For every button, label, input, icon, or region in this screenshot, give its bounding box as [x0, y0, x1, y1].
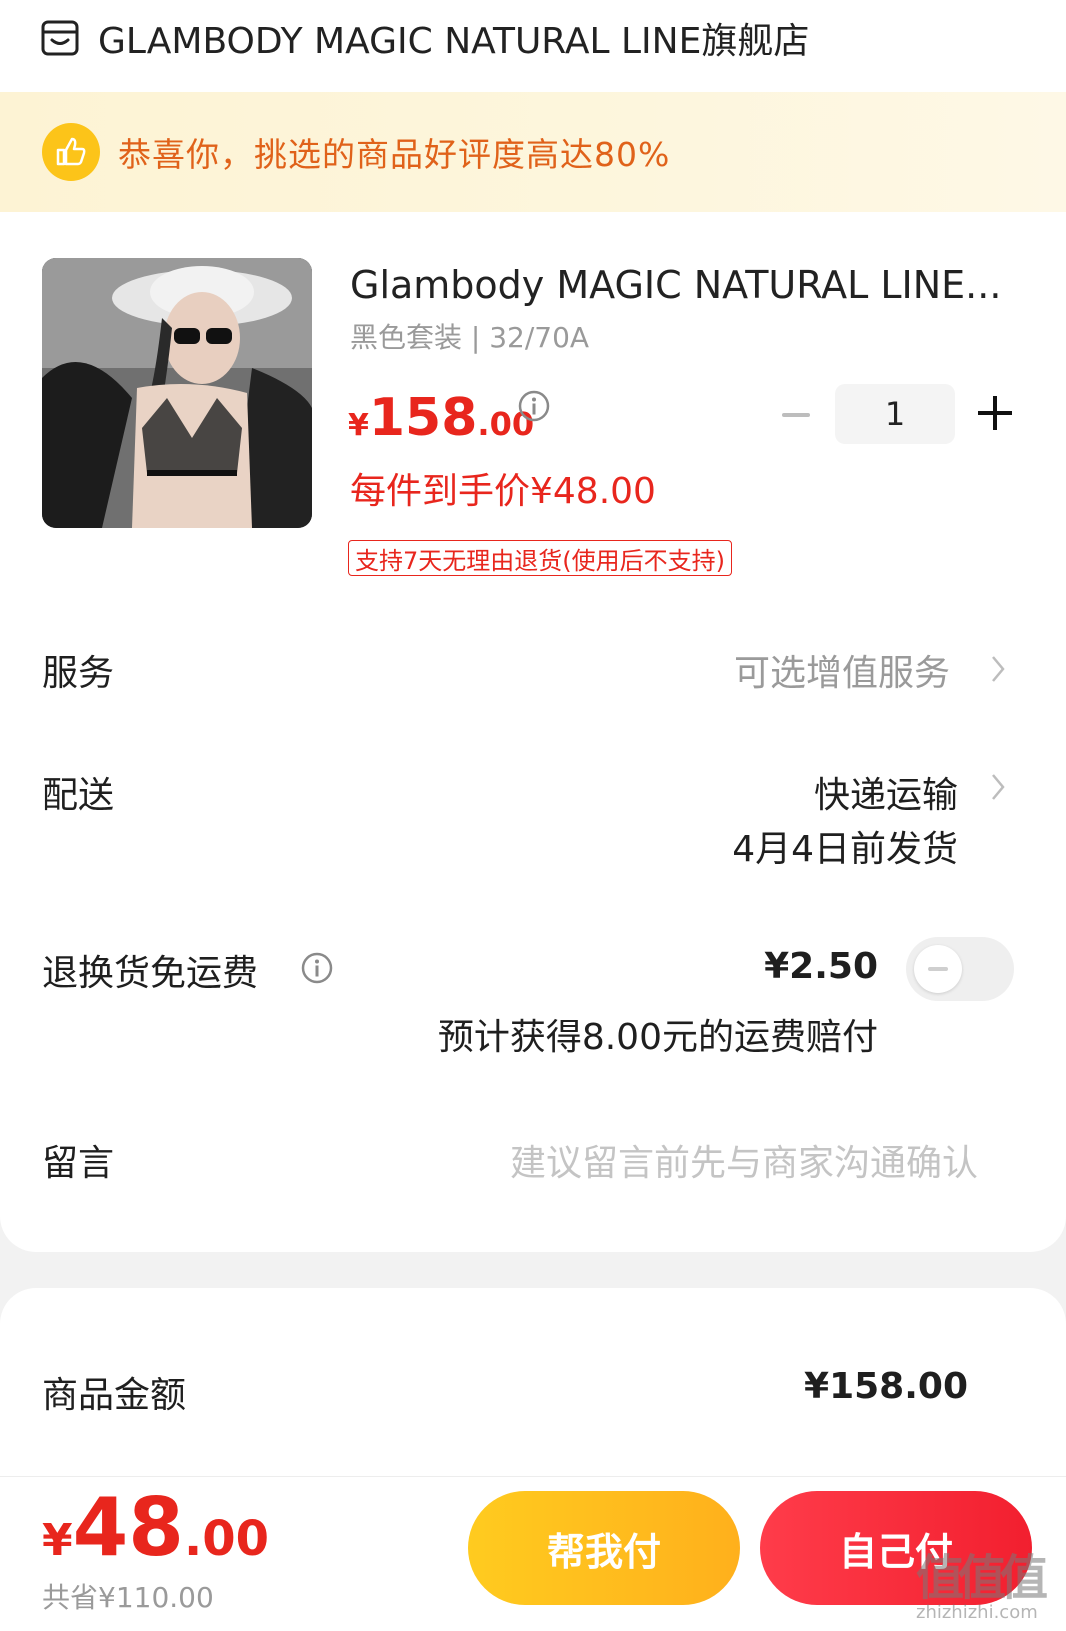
service-value[interactable]: 可选增值服务 — [734, 644, 950, 696]
service-label: 服务 — [42, 653, 115, 694]
watermark-site: zhizhizhi.com — [916, 1602, 1038, 1623]
price-currency: ¥ — [348, 408, 369, 443]
return-shipping-note: 预计获得8.00元的运费赔付 — [437, 1017, 878, 1058]
return-shipping-info-icon[interactable] — [300, 951, 334, 985]
product-spec[interactable]: 黑色套装 | 32/70A — [350, 316, 589, 356]
order-card: GLAMBODY MAGIC NATURAL LINE旗舰店 恭喜你，挑选的商品… — [0, 0, 1066, 1252]
product-price: ¥ 158 .00 — [348, 388, 534, 448]
help-pay-button[interactable]: 帮我付 — [468, 1491, 740, 1605]
quantity-decrease-button[interactable] — [782, 413, 810, 417]
chevron-right-icon[interactable] — [990, 772, 1006, 802]
shop-header[interactable]: GLAMBODY MAGIC NATURAL LINE旗舰店 — [40, 8, 809, 68]
product-title[interactable]: Glambody MAGIC NATURAL LINE... — [350, 263, 1001, 307]
return-shipping-label: 退换货免运费 — [42, 953, 259, 994]
message-label: 留言 — [42, 1143, 115, 1184]
delivery-label: 配送 — [42, 775, 115, 816]
hand-price: 每件到手价¥48.00 — [350, 471, 656, 512]
price-integer: 158 — [368, 388, 478, 448]
delivery-ship-date: 4月4日前发货 — [732, 829, 958, 870]
price-info-icon[interactable] — [517, 389, 551, 423]
watermark: 值值值 zhizhizhi.com — [916, 1538, 1048, 1623]
total-currency: ¥ — [42, 1515, 73, 1566]
total-integer: 48 — [72, 1481, 184, 1574]
rating-banner-text: 恭喜你，挑选的商品好评度高达80% — [118, 135, 671, 174]
total-price: ¥ 48 .00 — [42, 1488, 269, 1568]
store-icon — [41, 20, 79, 56]
return-policy-badge: 支持7天无理由退货(使用后不支持) — [348, 540, 732, 576]
quantity-increase-button[interactable] — [978, 396, 1012, 430]
shop-name: GLAMBODY MAGIC NATURAL LINE旗舰店 — [98, 21, 810, 62]
quantity-input[interactable]: 1 — [835, 384, 955, 444]
goods-amount-label: 商品金额 — [42, 1375, 187, 1416]
total-decimal: .00 — [183, 1511, 269, 1567]
return-shipping-toggle[interactable] — [906, 937, 1014, 1001]
message-input[interactable]: 建议留言前先与商家沟通确认 — [510, 1134, 978, 1186]
goods-amount-value: ¥158.00 — [804, 1366, 968, 1407]
toggle-knob — [914, 945, 962, 993]
delivery-method[interactable]: 快递运输 — [814, 766, 958, 818]
watermark-glyphs: 值值值 — [916, 1550, 1048, 1606]
rating-banner: 恭喜你，挑选的商品好评度高达80% — [0, 92, 1066, 212]
return-shipping-price: ¥2.50 — [764, 946, 878, 987]
saved-amount: 共省¥110.00 — [42, 1581, 214, 1614]
thumbs-up-icon — [42, 123, 100, 181]
product-image[interactable] — [42, 258, 312, 528]
chevron-right-icon[interactable] — [990, 654, 1006, 684]
